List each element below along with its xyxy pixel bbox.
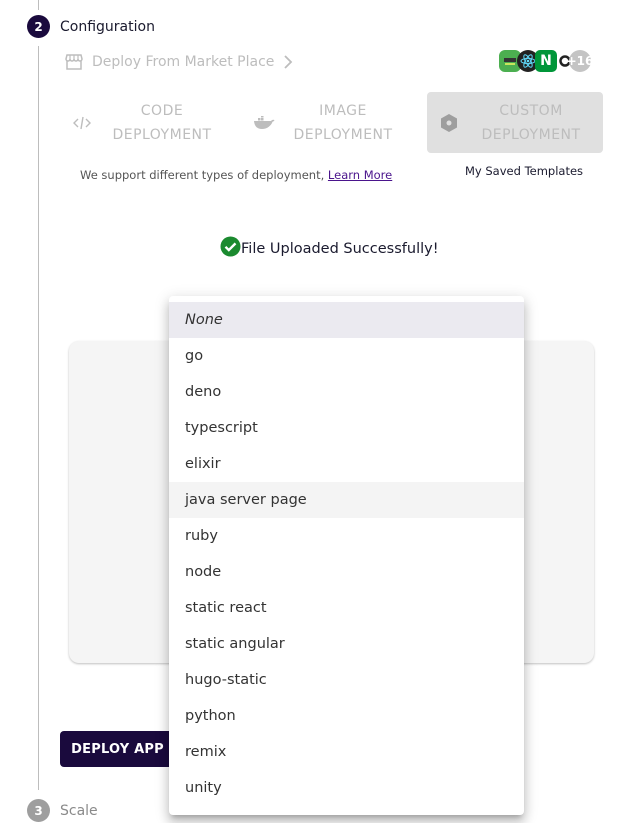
dropdown-option[interactable]: hugo-static (169, 662, 524, 698)
nginx-logo-icon: N (535, 50, 557, 72)
option-line1: CODE (140, 102, 184, 119)
option-line2: DEPLOYMENT (293, 126, 393, 143)
dropdown-option[interactable]: deno (169, 374, 524, 410)
option-line1: CUSTOM (499, 102, 563, 119)
step-label: Configuration (60, 18, 155, 35)
step-configuration[interactable]: 2 Configuration (27, 15, 155, 38)
dropdown-option[interactable]: elixir (169, 446, 524, 482)
dropdown-option[interactable]: typescript (169, 410, 524, 446)
check-circle-icon (220, 236, 241, 261)
step-scale[interactable]: 3 Scale (27, 799, 98, 822)
deploy-app-button[interactable]: DEPLOY APP (60, 731, 175, 767)
support-text: We support different types of deployment… (80, 168, 392, 182)
option-line2: DEPLOYMENT (481, 126, 581, 143)
upload-status: File Uploaded Successfully! (220, 236, 439, 261)
step-number: 2 (27, 15, 50, 38)
chevron-right-icon (283, 55, 293, 69)
dropdown-option[interactable]: java server page (169, 482, 524, 518)
docker-icon (244, 115, 284, 130)
dropdown-option[interactable]: static angular (169, 626, 524, 662)
dropdown-option[interactable]: node (169, 554, 524, 590)
marketplace-label: Deploy From Market Place (92, 54, 275, 70)
deploy-configuration-page: 2 Configuration Deploy From Market Place… (0, 0, 623, 823)
step-label: Scale (60, 802, 98, 819)
code-deployment-option[interactable]: CODE DEPLOYMENT (62, 92, 222, 153)
hexagon-icon (427, 113, 471, 132)
store-icon (65, 54, 83, 70)
my-saved-templates-link[interactable]: My Saved Templates (465, 164, 583, 178)
option-line1: IMAGE (319, 102, 367, 119)
stepper-connector (38, 0, 39, 10)
code-icon (62, 116, 102, 130)
support-description: We support different types of deployment… (80, 168, 325, 182)
runtime-dropdown-menu[interactable]: None go deno typescript elixir java server pa… (169, 296, 524, 815)
dropdown-option[interactable]: unity (169, 770, 524, 806)
dropdown-option[interactable]: go (169, 338, 524, 374)
stepper-connector (38, 46, 39, 790)
image-deployment-option[interactable]: IMAGE DEPLOYMENT (244, 92, 404, 153)
upload-status-text: File Uploaded Successfully! (241, 240, 439, 257)
dropdown-option[interactable]: remix (169, 734, 524, 770)
option-line2: DEPLOYMENT (112, 126, 212, 143)
dropdown-option[interactable]: static react (169, 590, 524, 626)
custom-deployment-option[interactable]: CUSTOM DEPLOYMENT (427, 92, 603, 153)
step-number: 3 (27, 799, 50, 822)
dropdown-option[interactable]: python (169, 698, 524, 734)
tech-stack-avatars[interactable]: N +16 (499, 50, 593, 72)
dropdown-option[interactable]: ruby (169, 518, 524, 554)
dropdown-option[interactable]: None (169, 302, 524, 338)
more-count-badge: +16 (567, 50, 593, 72)
deploy-from-marketplace-link[interactable]: Deploy From Market Place (65, 54, 293, 70)
learn-more-link[interactable]: Learn More (328, 168, 392, 182)
